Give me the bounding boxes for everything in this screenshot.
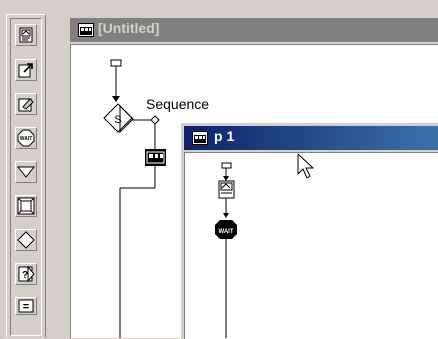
branch-node <box>150 115 160 125</box>
map-icon[interactable] <box>145 149 166 166</box>
flow-start-marker <box>110 59 122 67</box>
display-icon[interactable] <box>218 180 235 199</box>
sequence-label: Sequence <box>146 96 210 112</box>
svg-text:WAIT: WAIT <box>219 229 234 235</box>
p1-flowline-graphics: WAIT <box>215 153 314 338</box>
p1-start-marker <box>221 162 232 169</box>
svg-text:S: S <box>114 114 121 126</box>
decision-diamond-icon[interactable]: S <box>103 103 134 134</box>
mouse-cursor-icon <box>297 153 314 179</box>
main-flowline-arrow <box>112 96 120 102</box>
wait-icon[interactable]: WAIT <box>215 220 237 239</box>
